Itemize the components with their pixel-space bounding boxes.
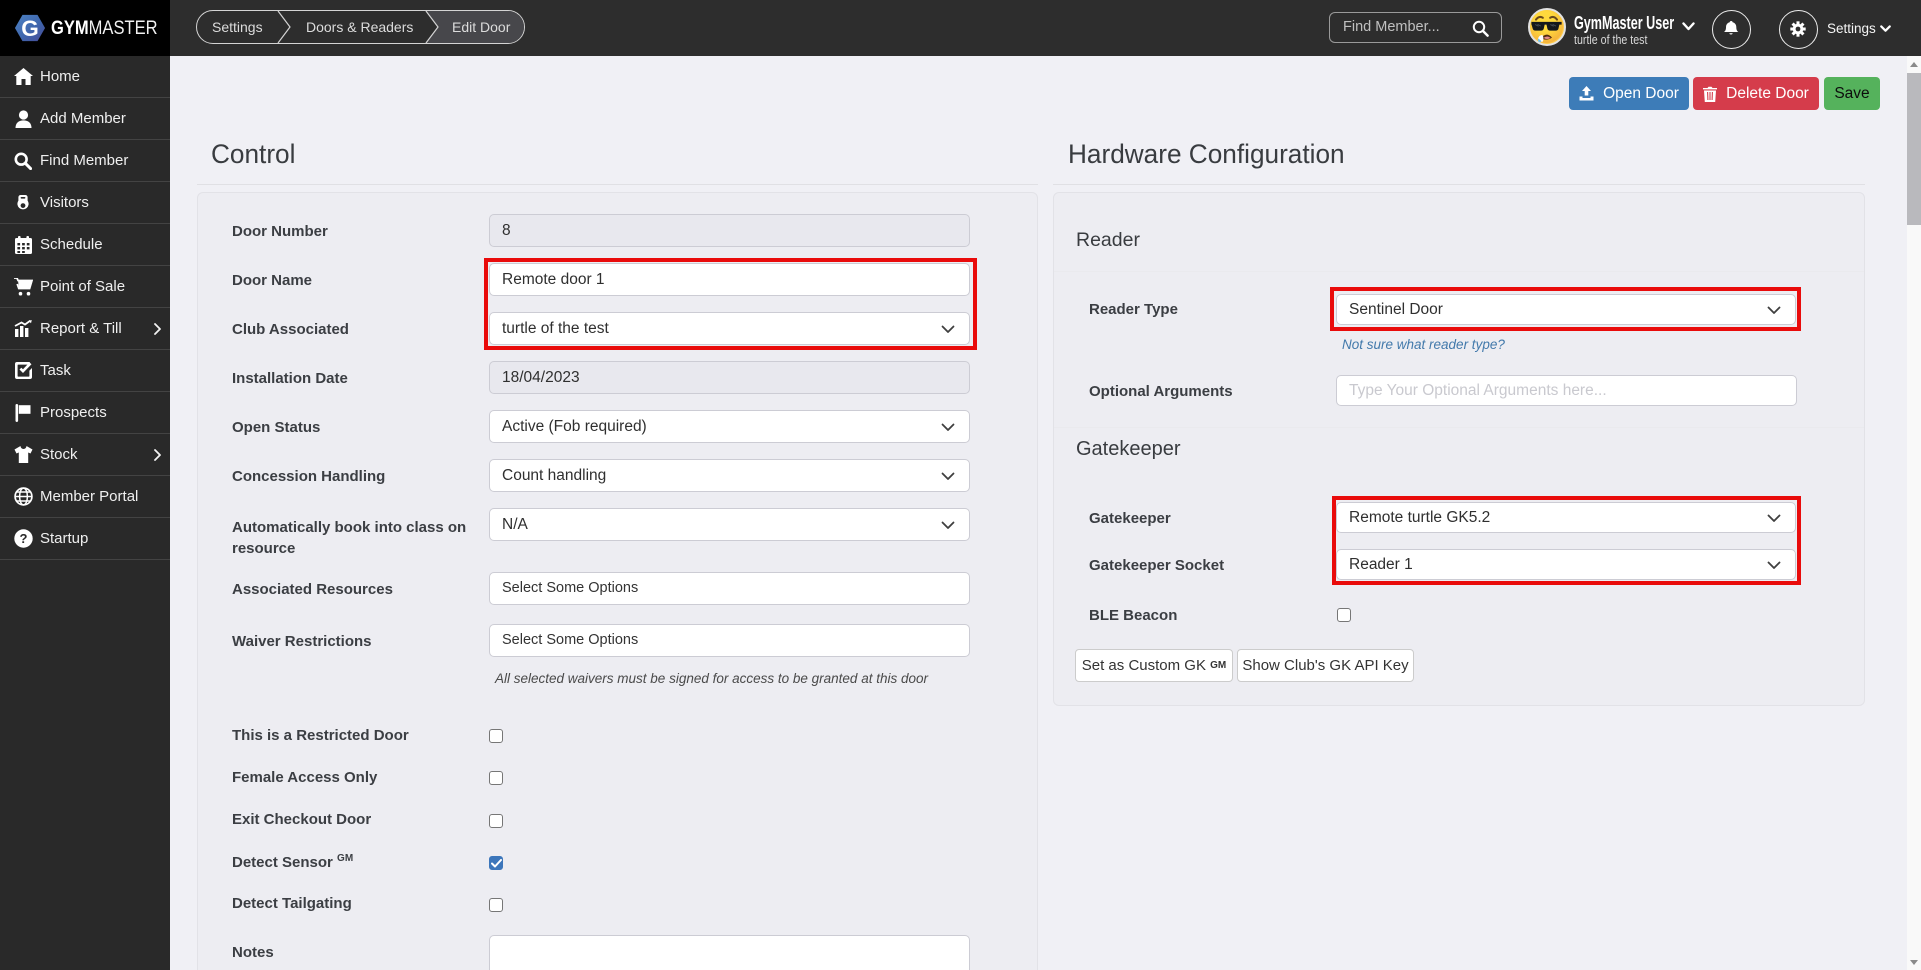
svg-text:?: ? [19, 531, 27, 546]
svg-text:G: G [21, 16, 39, 41]
